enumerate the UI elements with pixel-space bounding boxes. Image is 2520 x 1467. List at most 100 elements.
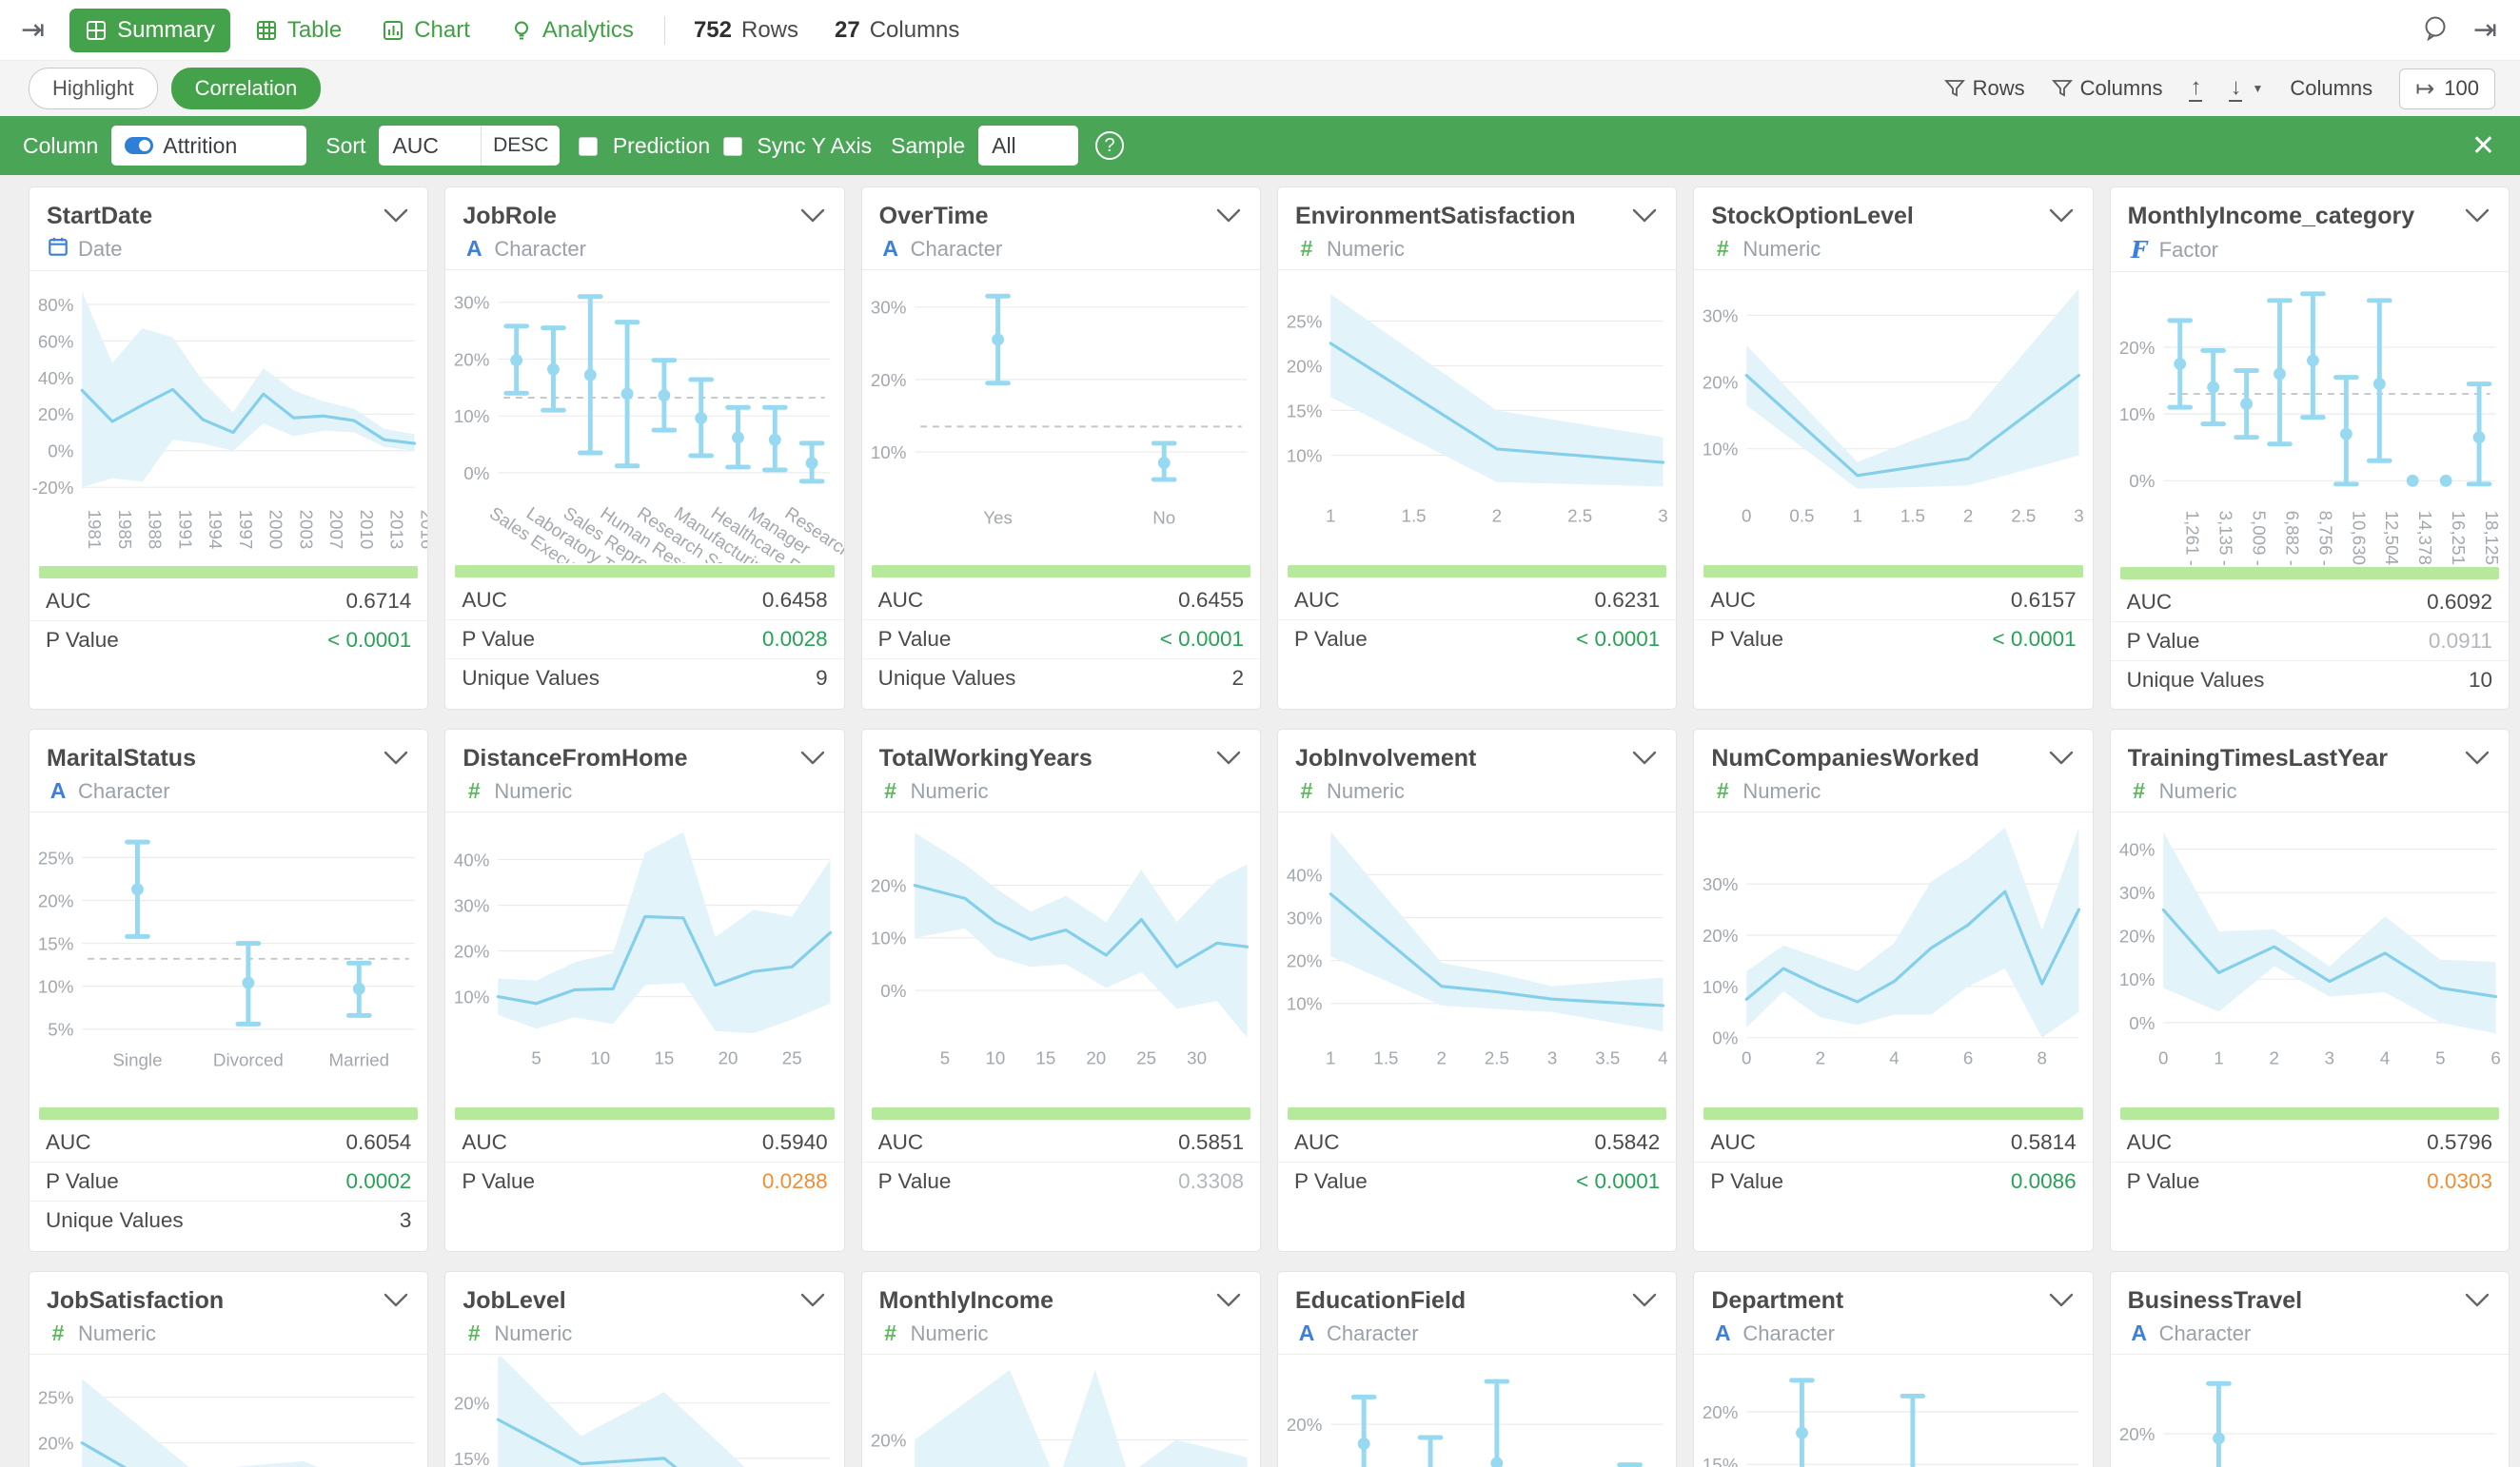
chevron-down-icon[interactable] bbox=[384, 1293, 408, 1308]
chevron-down-icon[interactable] bbox=[2465, 208, 2490, 224]
card-header: TotalWorkingYears#Numeric bbox=[862, 730, 1260, 812]
column-name: JobSatisfaction bbox=[47, 1287, 224, 1315]
svg-text:12,504 - 14,377: 12,504 - 14,377 bbox=[2382, 511, 2402, 565]
collapse-left-panel-icon[interactable]: ⇥ bbox=[21, 16, 45, 45]
correlation-mode-button[interactable]: Correlation bbox=[171, 68, 322, 109]
stat-row: P Value0.0303 bbox=[2111, 1162, 2509, 1201]
tab-table[interactable]: Table bbox=[240, 9, 357, 52]
summary-cards-grid: StartDateDate80%60%40%20%0%-20%198119851… bbox=[0, 175, 2520, 1467]
column-type-label: Numeric bbox=[1742, 237, 1821, 262]
chevron-down-icon[interactable] bbox=[2049, 1293, 2074, 1308]
sort-label: Sort bbox=[325, 133, 365, 159]
column-type-label: Numeric bbox=[2159, 779, 2237, 804]
stat-row: AUC0.5940 bbox=[445, 1124, 843, 1162]
collapse-right-panel-icon[interactable]: ⇥ bbox=[2473, 16, 2497, 45]
svg-text:15%: 15% bbox=[1703, 1455, 1739, 1467]
svg-text:15: 15 bbox=[655, 1047, 675, 1067]
svg-text:20%: 20% bbox=[454, 1394, 490, 1414]
card-stats: AUC0.6054P Value0.0002Unique Values3 bbox=[30, 1124, 427, 1240]
filter-rows-label: Rows bbox=[1973, 76, 2025, 101]
svg-text:18,125 - 19,998: 18,125 - 19,998 bbox=[2482, 511, 2502, 565]
comments-icon[interactable] bbox=[2422, 14, 2449, 46]
mode-filter-row: Highlight Correlation Rows Columns ↑ ↓ ▼… bbox=[0, 61, 2520, 116]
column-type: #Numeric bbox=[1711, 778, 2075, 804]
svg-text:0%: 0% bbox=[880, 981, 906, 1001]
chevron-down-icon[interactable] bbox=[800, 1293, 825, 1308]
sample-selector[interactable]: All bbox=[978, 126, 1078, 166]
svg-text:1: 1 bbox=[2214, 1047, 2223, 1067]
svg-text:16,251 - 18,124: 16,251 - 18,124 bbox=[2449, 511, 2469, 565]
significance-bar bbox=[455, 565, 834, 577]
stat-label: P Value bbox=[46, 1169, 119, 1194]
card-stats: AUC0.5851P Value0.3308 bbox=[862, 1124, 1260, 1201]
row-count: 752 bbox=[694, 17, 732, 44]
character-type-icon: A bbox=[1295, 1320, 1318, 1346]
chevron-down-icon[interactable] bbox=[384, 208, 408, 224]
chevron-down-icon[interactable] bbox=[1632, 208, 1657, 224]
stat-label: AUC bbox=[1710, 588, 1756, 613]
stat-row: AUC0.6231 bbox=[1278, 581, 1676, 619]
download-button[interactable]: ↓ ▼ bbox=[2229, 75, 2263, 102]
stat-label: P Value bbox=[2127, 629, 2200, 654]
column-type-label: Numeric bbox=[494, 1321, 572, 1346]
stat-label: P Value bbox=[878, 627, 952, 652]
chevron-down-icon[interactable] bbox=[800, 751, 825, 766]
column-name: BusinessTravel bbox=[2128, 1287, 2302, 1315]
sync-y-axis-checkbox[interactable] bbox=[723, 137, 742, 156]
chevron-down-icon[interactable] bbox=[2049, 751, 2074, 766]
chevron-down-icon[interactable] bbox=[384, 751, 408, 766]
stat-value: 0.0028 bbox=[762, 627, 828, 652]
column-name: JobRole bbox=[463, 203, 557, 230]
chevron-down-icon[interactable] bbox=[1216, 751, 1241, 766]
chevron-down-icon[interactable] bbox=[1632, 751, 1657, 766]
chevron-down-icon[interactable] bbox=[2465, 751, 2490, 766]
top-toolbar: ⇥ Summary Table Chart Analytics 752 Rows… bbox=[0, 0, 2520, 61]
stat-row: P Value< 0.0001 bbox=[862, 619, 1260, 658]
stat-value: < 0.0001 bbox=[327, 628, 411, 653]
sort-direction[interactable]: DESC bbox=[481, 126, 560, 166]
stat-value: < 0.0001 bbox=[1576, 1169, 1660, 1194]
filter-rows-button[interactable]: Rows bbox=[1944, 76, 2025, 101]
stat-row: P Value0.0288 bbox=[445, 1162, 843, 1201]
chevron-down-icon[interactable] bbox=[2465, 1293, 2490, 1308]
column-type: ACharacter bbox=[1711, 1320, 2075, 1346]
svg-text:5: 5 bbox=[939, 1047, 949, 1067]
svg-text:20%: 20% bbox=[871, 370, 907, 390]
help-icon[interactable]: ? bbox=[1095, 131, 1124, 160]
prediction-checkbox[interactable] bbox=[579, 137, 598, 156]
svg-text:5: 5 bbox=[2435, 1047, 2445, 1067]
svg-text:10%: 10% bbox=[454, 406, 490, 426]
svg-text:40%: 40% bbox=[2119, 840, 2156, 860]
stat-row: AUC0.5851 bbox=[862, 1124, 1260, 1162]
target-column-selector[interactable]: Attrition bbox=[111, 126, 306, 166]
chevron-down-icon[interactable] bbox=[1216, 1293, 1241, 1308]
column-card: EducationFieldACharacter20%10% bbox=[1277, 1271, 1677, 1467]
columns-limit-button[interactable]: ↦ 100 bbox=[2399, 68, 2495, 109]
close-icon[interactable]: ✕ bbox=[2471, 129, 2495, 163]
numeric-type-icon: # bbox=[2128, 778, 2151, 804]
chevron-down-icon[interactable] bbox=[1216, 208, 1241, 224]
chevron-down-icon[interactable] bbox=[800, 208, 825, 224]
svg-text:10%: 10% bbox=[871, 929, 907, 949]
svg-text:3: 3 bbox=[1547, 1047, 1557, 1067]
card-header: MonthlyIncome#Numeric bbox=[862, 1272, 1260, 1355]
svg-text:6: 6 bbox=[2490, 1047, 2500, 1067]
column-name: MonthlyIncome bbox=[879, 1287, 1053, 1315]
filter-columns-button[interactable]: Columns bbox=[2052, 76, 2163, 101]
svg-text:20%: 20% bbox=[871, 1430, 907, 1450]
chevron-down-icon[interactable] bbox=[2049, 208, 2074, 224]
stat-value: 0.5814 bbox=[2011, 1130, 2077, 1155]
tab-analytics[interactable]: Analytics bbox=[495, 9, 649, 52]
column-count: 27 bbox=[835, 17, 860, 44]
stat-label: AUC bbox=[1294, 1130, 1340, 1155]
stat-label: Unique Values bbox=[2127, 668, 2265, 693]
highlight-mode-button[interactable]: Highlight bbox=[29, 68, 158, 109]
sort-selector[interactable]: AUC DESC bbox=[379, 126, 560, 166]
upload-icon[interactable]: ↑ bbox=[2189, 75, 2202, 102]
svg-text:1.5: 1.5 bbox=[1373, 1047, 1398, 1067]
tab-chart[interactable]: Chart bbox=[366, 9, 485, 52]
column-type: ACharacter bbox=[463, 236, 826, 262]
svg-text:8,756 - 10,629: 8,756 - 10,629 bbox=[2315, 511, 2335, 565]
tab-summary[interactable]: Summary bbox=[69, 9, 230, 52]
chevron-down-icon[interactable] bbox=[1632, 1293, 1657, 1308]
